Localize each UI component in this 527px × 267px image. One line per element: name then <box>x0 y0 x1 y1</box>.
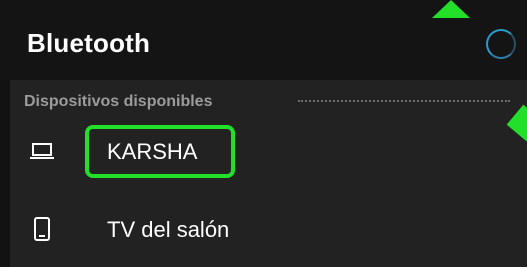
device-label: TV del salón <box>107 217 230 242</box>
annotation-arrow-icon <box>432 0 470 18</box>
laptop-icon <box>29 138 55 164</box>
available-devices-panel: Dispositivos disponibles KARSHA TV del s… <box>10 80 527 267</box>
device-item-karsha[interactable]: KARSHA <box>10 120 527 182</box>
phone-icon <box>29 216 55 242</box>
device-label: KARSHA <box>107 139 198 164</box>
section-heading: Dispositivos disponibles <box>24 93 213 110</box>
loading-spinner-icon <box>486 29 516 59</box>
section-divider <box>298 100 510 102</box>
device-item-tv-del-salon[interactable]: TV del salón <box>10 198 527 260</box>
page-title: Bluetooth <box>27 28 151 58</box>
bluetooth-screen: Bluetooth Dispositivos disponibles KARSH… <box>0 0 527 267</box>
